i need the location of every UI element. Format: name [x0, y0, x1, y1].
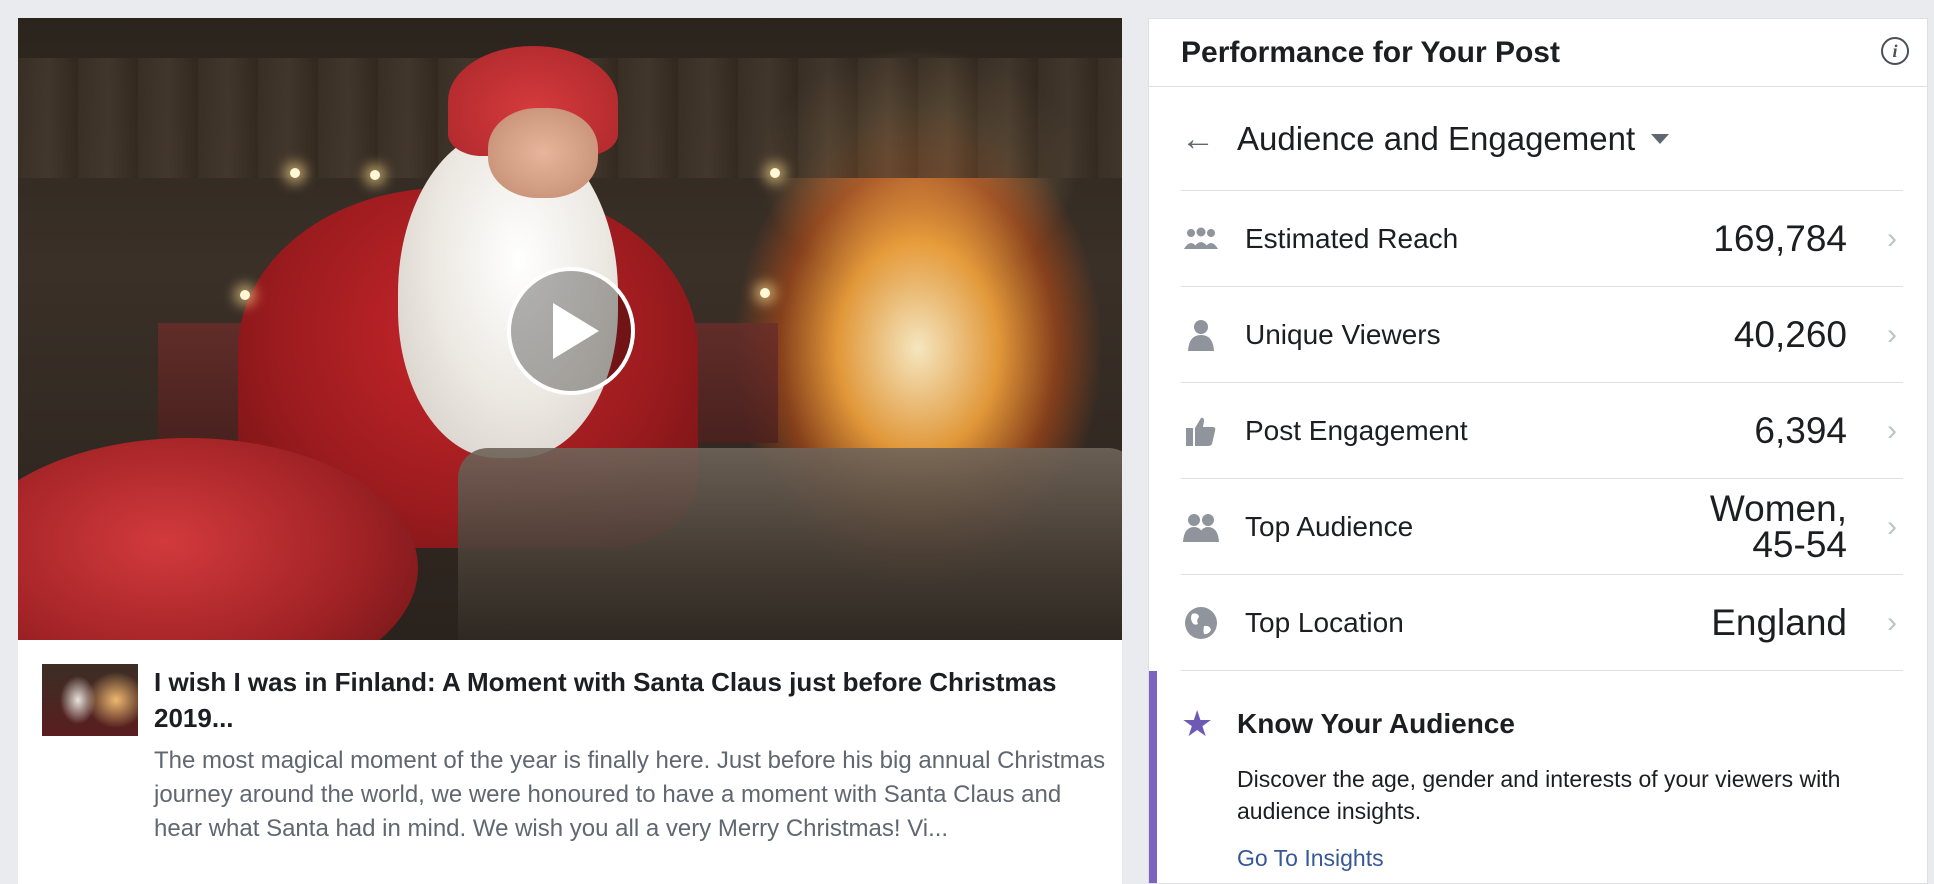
video-scene-candle: [760, 288, 770, 298]
metric-row-top-location[interactable]: Top Location England ›: [1181, 575, 1903, 671]
video-scene-candle: [370, 170, 380, 180]
metric-row-top-audience[interactable]: Top Audience Women, 45-54 ›: [1181, 479, 1903, 575]
video-player[interactable]: [18, 18, 1122, 640]
panel-title: Performance for Your Post: [1181, 35, 1560, 69]
metric-value: 40,260: [1733, 313, 1847, 355]
metric-label: Estimated Reach: [1245, 222, 1459, 254]
post-card: I wish I was in Finland: A Moment with S…: [18, 18, 1122, 884]
chevron-right-icon: ›: [1887, 317, 1897, 351]
metric-value: England: [1711, 601, 1847, 643]
metric-value: Women, 45-54: [1697, 487, 1847, 565]
video-scene-candle: [290, 168, 300, 178]
metric-row-estimated-reach[interactable]: Estimated Reach 169,784 ›: [1181, 191, 1903, 287]
chevron-right-icon: ›: [1887, 509, 1897, 543]
metric-value: 6,394: [1754, 409, 1847, 451]
play-icon: [553, 303, 599, 359]
chevron-right-icon: ›: [1887, 221, 1897, 255]
people-pair-icon: [1181, 507, 1221, 547]
star-icon: ★: [1181, 703, 1214, 744]
play-button[interactable]: [507, 267, 635, 395]
metric-value-line: Women,: [1709, 487, 1847, 529]
metric-label: Top Audience: [1245, 510, 1414, 542]
post-meta: I wish I was in Finland: A Moment with S…: [18, 640, 1122, 846]
performance-panel: Performance for Your Post i ← Audience a…: [1148, 18, 1928, 884]
post-thumbnail[interactable]: [42, 664, 138, 736]
metric-row-unique-viewers[interactable]: Unique Viewers 40,260 ›: [1181, 287, 1903, 383]
post-title[interactable]: I wish I was in Finland: A Moment with S…: [154, 664, 1114, 736]
video-scene-santa-face: [488, 108, 598, 198]
metric-label: Unique Viewers: [1245, 318, 1441, 350]
back-arrow-icon[interactable]: ←: [1181, 122, 1237, 156]
insights-title: Know Your Audience: [1237, 708, 1515, 739]
video-scene-candle: [770, 168, 780, 178]
metric-label: Top Location: [1245, 606, 1404, 638]
section-dropdown-label[interactable]: Audience and Engagement: [1237, 120, 1635, 158]
metric-value: 169,784: [1713, 217, 1847, 259]
people-group-icon: [1181, 219, 1221, 259]
post-text: I wish I was in Finland: A Moment with S…: [154, 664, 1114, 846]
info-icon[interactable]: i: [1881, 37, 1909, 65]
insights-description: Discover the age, gender and interests o…: [1237, 766, 1841, 824]
insights-header: ★ Know Your Audience: [1181, 703, 1927, 745]
go-to-insights-link[interactable]: Go To Insights: [1237, 845, 1384, 872]
post-description: The most magical moment of the year is f…: [154, 747, 1106, 842]
section-nav: ← Audience and Engagement: [1181, 87, 1903, 191]
metric-row-post-engagement[interactable]: Post Engagement 6,394 ›: [1181, 383, 1903, 479]
thumbs-up-icon: [1181, 411, 1221, 451]
metric-value-line: 45-54: [1752, 523, 1847, 565]
video-scene-fireplace-logs: [458, 448, 1122, 640]
video-scene-candle: [240, 290, 250, 300]
caret-down-icon[interactable]: [1651, 133, 1670, 144]
person-icon: [1181, 315, 1221, 355]
chevron-right-icon: ›: [1887, 605, 1897, 639]
metric-label: Post Engagement: [1245, 414, 1468, 446]
panel-header: Performance for Your Post i: [1149, 19, 1927, 87]
globe-icon: [1181, 603, 1221, 643]
chevron-right-icon: ›: [1887, 413, 1897, 447]
know-your-audience-box: ★ Know Your Audience Discover the age, g…: [1149, 671, 1927, 883]
